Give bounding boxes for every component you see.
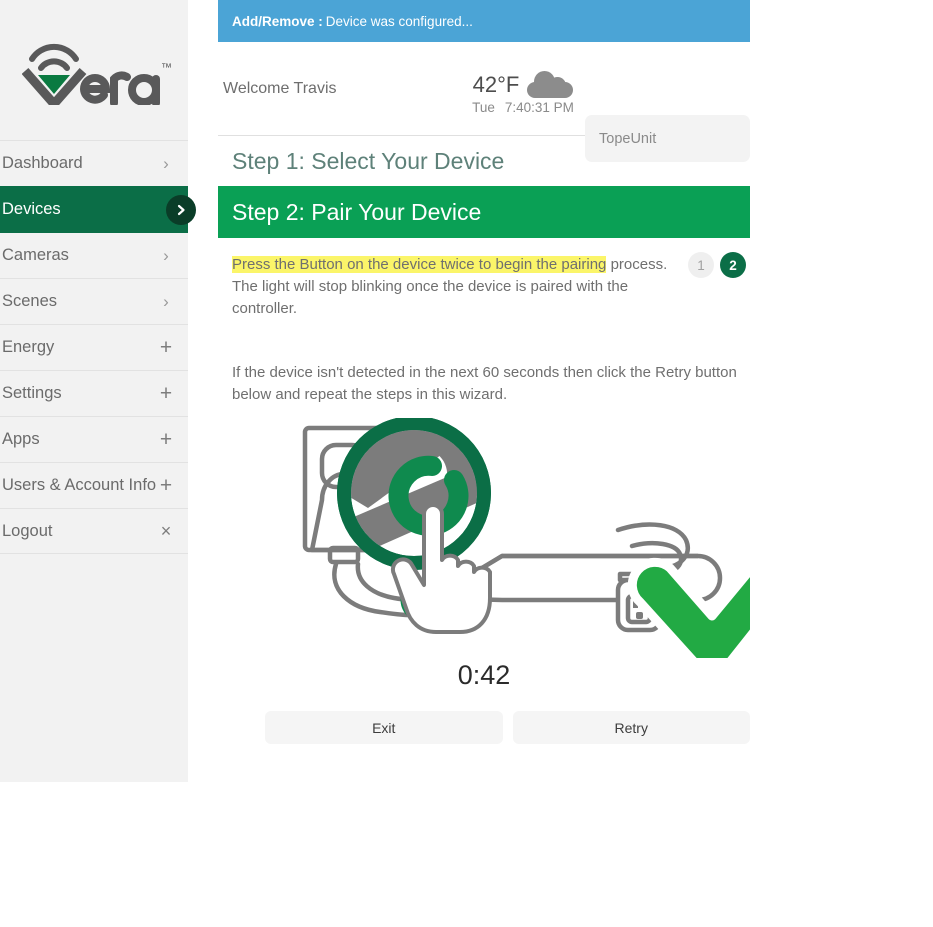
retry-button[interactable]: Retry [512,711,750,744]
sidebar-item-settings[interactable]: Settings + [0,370,188,416]
sidebar-item-label: Users & Account Info [2,476,157,494]
chevron-right-badge-icon [166,194,196,225]
close-icon: × [160,521,172,541]
instruction-text: Press the Button on the device twice to … [232,254,672,320]
vera-logo-icon: ™ [22,43,172,105]
step-dot-1[interactable]: 1 [688,252,714,278]
welcome-text: Welcome Travis [223,79,337,97]
instruction-block: Press the Button on the device twice to … [218,238,750,320]
countdown-timer: 0:42 [457,660,511,690]
sidebar-item-logout[interactable]: Logout × [0,508,188,554]
plus-icon: + [159,336,173,359]
sidebar-item-label: Dashboard [2,154,83,172]
step-dot-2[interactable]: 2 [720,252,746,278]
chevron-right-icon: › [163,246,169,265]
time-label: 7:40:31 PM [504,100,574,115]
sidebar-nav: Dashboard › Devices Cameras › Scenes › E… [0,140,196,554]
plus-icon: + [159,474,173,497]
pairing-illustration [218,418,750,658]
unit-name: TopeUnit [599,130,657,147]
sidebar-item-scenes[interactable]: Scenes › [0,278,188,324]
sidebar-item-label: Devices [2,200,61,218]
pairing-illustration-graphic [302,418,750,658]
svg-text:™: ™ [161,62,172,74]
wizard-actions: Exit Retry [218,691,750,744]
main-content: Add/Remove : Device was configured... We… [218,0,750,744]
sidebar-item-dashboard[interactable]: Dashboard › [0,140,188,186]
sidebar-item-label: Apps [2,430,40,448]
sidebar-item-label: Logout [2,521,53,540]
retry-note: If the device isn't detected in the next… [232,364,737,403]
banner-message: Device was configured... [325,13,473,29]
plus-icon: + [159,382,173,405]
wizard-step2-header[interactable]: Step 2: Pair Your Device [218,186,750,238]
chevron-right-icon: › [163,154,169,173]
sidebar-item-label: Cameras [2,246,69,264]
step1-title: Step 1: Select Your Device [232,147,505,174]
banner-title: Add/Remove : [232,13,323,29]
vera-logo[interactable]: ™ [0,0,188,140]
day-label: Tue [472,100,495,115]
sidebar-item-users-account-info[interactable]: Users & Account Info + [0,462,188,508]
exit-button[interactable]: Exit [265,711,503,744]
sidebar-item-label: Settings [2,384,62,402]
weather-widget: 42°F Tue 7:40:31 PM [458,71,588,115]
app-root: ™ Dashboard › Devices Cameras › Scenes › [0,0,933,927]
sidebar-item-apps[interactable]: Apps + [0,416,188,462]
instruction-highlighted: Press the Button on the device twice to … [232,256,607,273]
sidebar-item-cameras[interactable]: Cameras › [0,232,188,278]
cloud-icon [527,71,574,98]
header-bar: Welcome Travis 42°F Tue 7:40:31 PM TopeU… [218,42,750,162]
sidebar-item-energy[interactable]: Energy + [0,324,188,370]
sidebar: ™ Dashboard › Devices Cameras › Scenes › [0,0,196,782]
temperature-value: 42°F [472,72,520,97]
plus-icon: + [159,428,173,451]
step2-title: Step 2: Pair Your Device [232,198,482,225]
step-indicator: 1 2 [688,252,746,278]
status-banner: Add/Remove : Device was configured... [218,0,750,42]
sidebar-item-devices[interactable]: Devices [0,186,196,232]
sidebar-item-label: Scenes [2,292,58,310]
sidebar-item-label: Energy [2,338,55,356]
chevron-right-icon: › [163,292,169,311]
unit-selector[interactable]: TopeUnit [585,115,750,162]
